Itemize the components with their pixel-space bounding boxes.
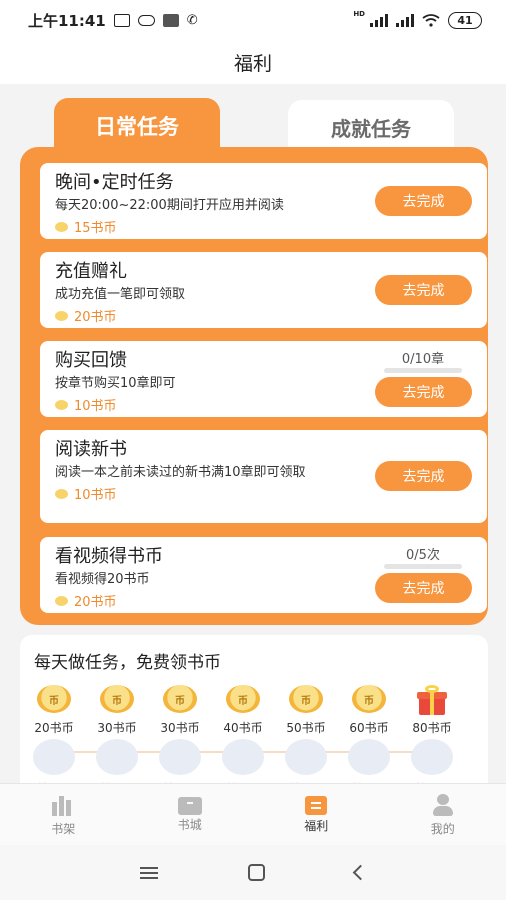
nav-item-bookshelf[interactable]: 书架 xyxy=(0,784,127,845)
task-complete-button[interactable]: 去完成 xyxy=(375,275,472,305)
task-reward-amount: 20书币 xyxy=(74,595,117,610)
profile-icon xyxy=(431,794,455,816)
nav-item-profile[interactable]: 我的 xyxy=(380,784,506,845)
message-icon xyxy=(113,13,130,27)
coin-icon: 币 xyxy=(37,685,71,713)
checkin-panel: 每天做任务，免费领书币 币 20书币 第1天 币 30书币 第2天 币 30书币… xyxy=(20,635,488,798)
tab-achievement-tasks[interactable]: 成就任务 xyxy=(288,100,454,154)
task-card: 购买回馈 按章节购买10章即可 10书币 0/10章 去完成 xyxy=(40,341,487,417)
coin-icon: 币 xyxy=(226,685,260,713)
day-amount: 80书币 xyxy=(412,721,452,735)
task-title: 阅读新书 xyxy=(55,439,127,460)
day-status-circle xyxy=(33,739,75,775)
coin-icon: 币 xyxy=(163,685,197,713)
coin-icon: 币 xyxy=(100,685,134,713)
home-icon[interactable] xyxy=(248,864,265,881)
day-amount: 30书币 xyxy=(97,721,137,735)
day-status-circle xyxy=(96,739,138,775)
day-amount: 60书币 xyxy=(349,721,389,735)
bookstore-icon xyxy=(177,797,202,815)
hd-badge: HD xyxy=(353,10,365,18)
page-title: 福利 xyxy=(233,52,272,75)
task-complete-button[interactable]: 去完成 xyxy=(375,186,472,216)
coin-icon: 币 xyxy=(352,685,386,713)
download-icon xyxy=(162,13,179,27)
nav-item-welfare[interactable]: 福利 xyxy=(253,784,380,845)
tab-daily-tasks[interactable]: 日常任务 xyxy=(54,98,220,154)
checkin-title: 每天做任务，免费领书币 xyxy=(34,653,221,673)
day-status-circle xyxy=(348,739,390,775)
status-time: 上午11:41 xyxy=(28,11,106,30)
task-complete-button[interactable]: 去完成 xyxy=(375,377,472,407)
task-reward-amount: 20书币 xyxy=(74,310,117,325)
task-desc: 成功充值一笔即可领取 xyxy=(55,287,186,302)
task-desc: 看视频得20书币 xyxy=(55,572,150,587)
menu-icon[interactable] xyxy=(140,866,158,879)
battery-icon: 41 xyxy=(448,11,482,29)
bookshelf-icon xyxy=(51,794,75,816)
nav-label: 书架 xyxy=(51,822,76,836)
task-complete-button[interactable]: 去完成 xyxy=(375,573,472,603)
page-header: 福利 xyxy=(0,40,506,84)
system-nav-bar xyxy=(0,845,506,900)
task-tabs: 日常任务 成就任务 xyxy=(20,98,488,154)
day-status-circle xyxy=(285,739,327,775)
task-reward-amount: 10书币 xyxy=(74,488,117,503)
task-desc: 每天20:00~22:00期间打开应用并阅读 xyxy=(55,198,284,213)
nav-label: 书城 xyxy=(177,818,202,832)
task-reward: 20书币 xyxy=(55,306,473,325)
task-progress-bar xyxy=(384,368,462,373)
coin-icon xyxy=(55,595,68,606)
task-reward-amount: 15书币 xyxy=(74,221,117,236)
gift-icon xyxy=(417,685,447,715)
nav-label: 我的 xyxy=(430,822,455,836)
task-progress-bar xyxy=(384,564,462,569)
day-amount: 50书币 xyxy=(286,721,326,735)
phone-icon: ✆ xyxy=(186,12,198,28)
task-card: 阅读新书 阅读一本之前未读过的新书满10章即可领取 10书币 去完成 xyxy=(40,430,487,523)
task-complete-button[interactable]: 去完成 xyxy=(375,461,472,491)
wifi-icon xyxy=(422,13,440,27)
coin-icon: 币 xyxy=(289,685,323,713)
signal-icon xyxy=(370,13,388,27)
coin-icon xyxy=(55,310,68,321)
day-amount: 40书币 xyxy=(223,721,263,735)
welfare-icon xyxy=(305,796,328,815)
task-reward: 15书币 xyxy=(55,217,473,236)
task-reward-amount: 10书币 xyxy=(74,399,117,414)
back-icon[interactable] xyxy=(352,864,369,881)
nav-item-bookstore[interactable]: 书城 xyxy=(127,784,254,845)
task-card: 晚间•定时任务 每天20:00~22:00期间打开应用并阅读 15书币 去完成 xyxy=(40,163,487,239)
coin-icon xyxy=(55,221,68,232)
nav-label: 福利 xyxy=(304,819,329,833)
bottom-nav: 书架 书城 福利 我的 xyxy=(0,783,506,845)
signal-icon-2 xyxy=(396,13,414,27)
task-card: 充值赠礼 成功充值一笔即可领取 20书币 去完成 xyxy=(40,252,487,328)
task-desc: 按章节购买10章即可 xyxy=(55,376,176,391)
status-bar: 上午11:41 ✆ HD 41 xyxy=(0,0,506,40)
day-status-circle xyxy=(222,739,264,775)
day-amount: 30书币 xyxy=(160,721,200,735)
day-amount: 20书币 xyxy=(34,721,74,735)
task-desc: 阅读一本之前未读过的新书满10章即可领取 xyxy=(55,465,306,480)
task-progress-text: 0/5次 xyxy=(406,548,440,563)
task-progress-text: 0/10章 xyxy=(401,352,445,367)
day-status-circle xyxy=(159,739,201,775)
coin-icon xyxy=(55,399,68,410)
cloud-icon xyxy=(137,14,155,26)
day-status-circle xyxy=(411,739,453,775)
coin-icon xyxy=(55,488,68,499)
task-panel: 晚间•定时任务 每天20:00~22:00期间打开应用并阅读 15书币 去完成 … xyxy=(20,147,488,625)
task-card: 看视频得书币 看视频得20书币 20书币 0/5次 去完成 xyxy=(40,537,487,613)
